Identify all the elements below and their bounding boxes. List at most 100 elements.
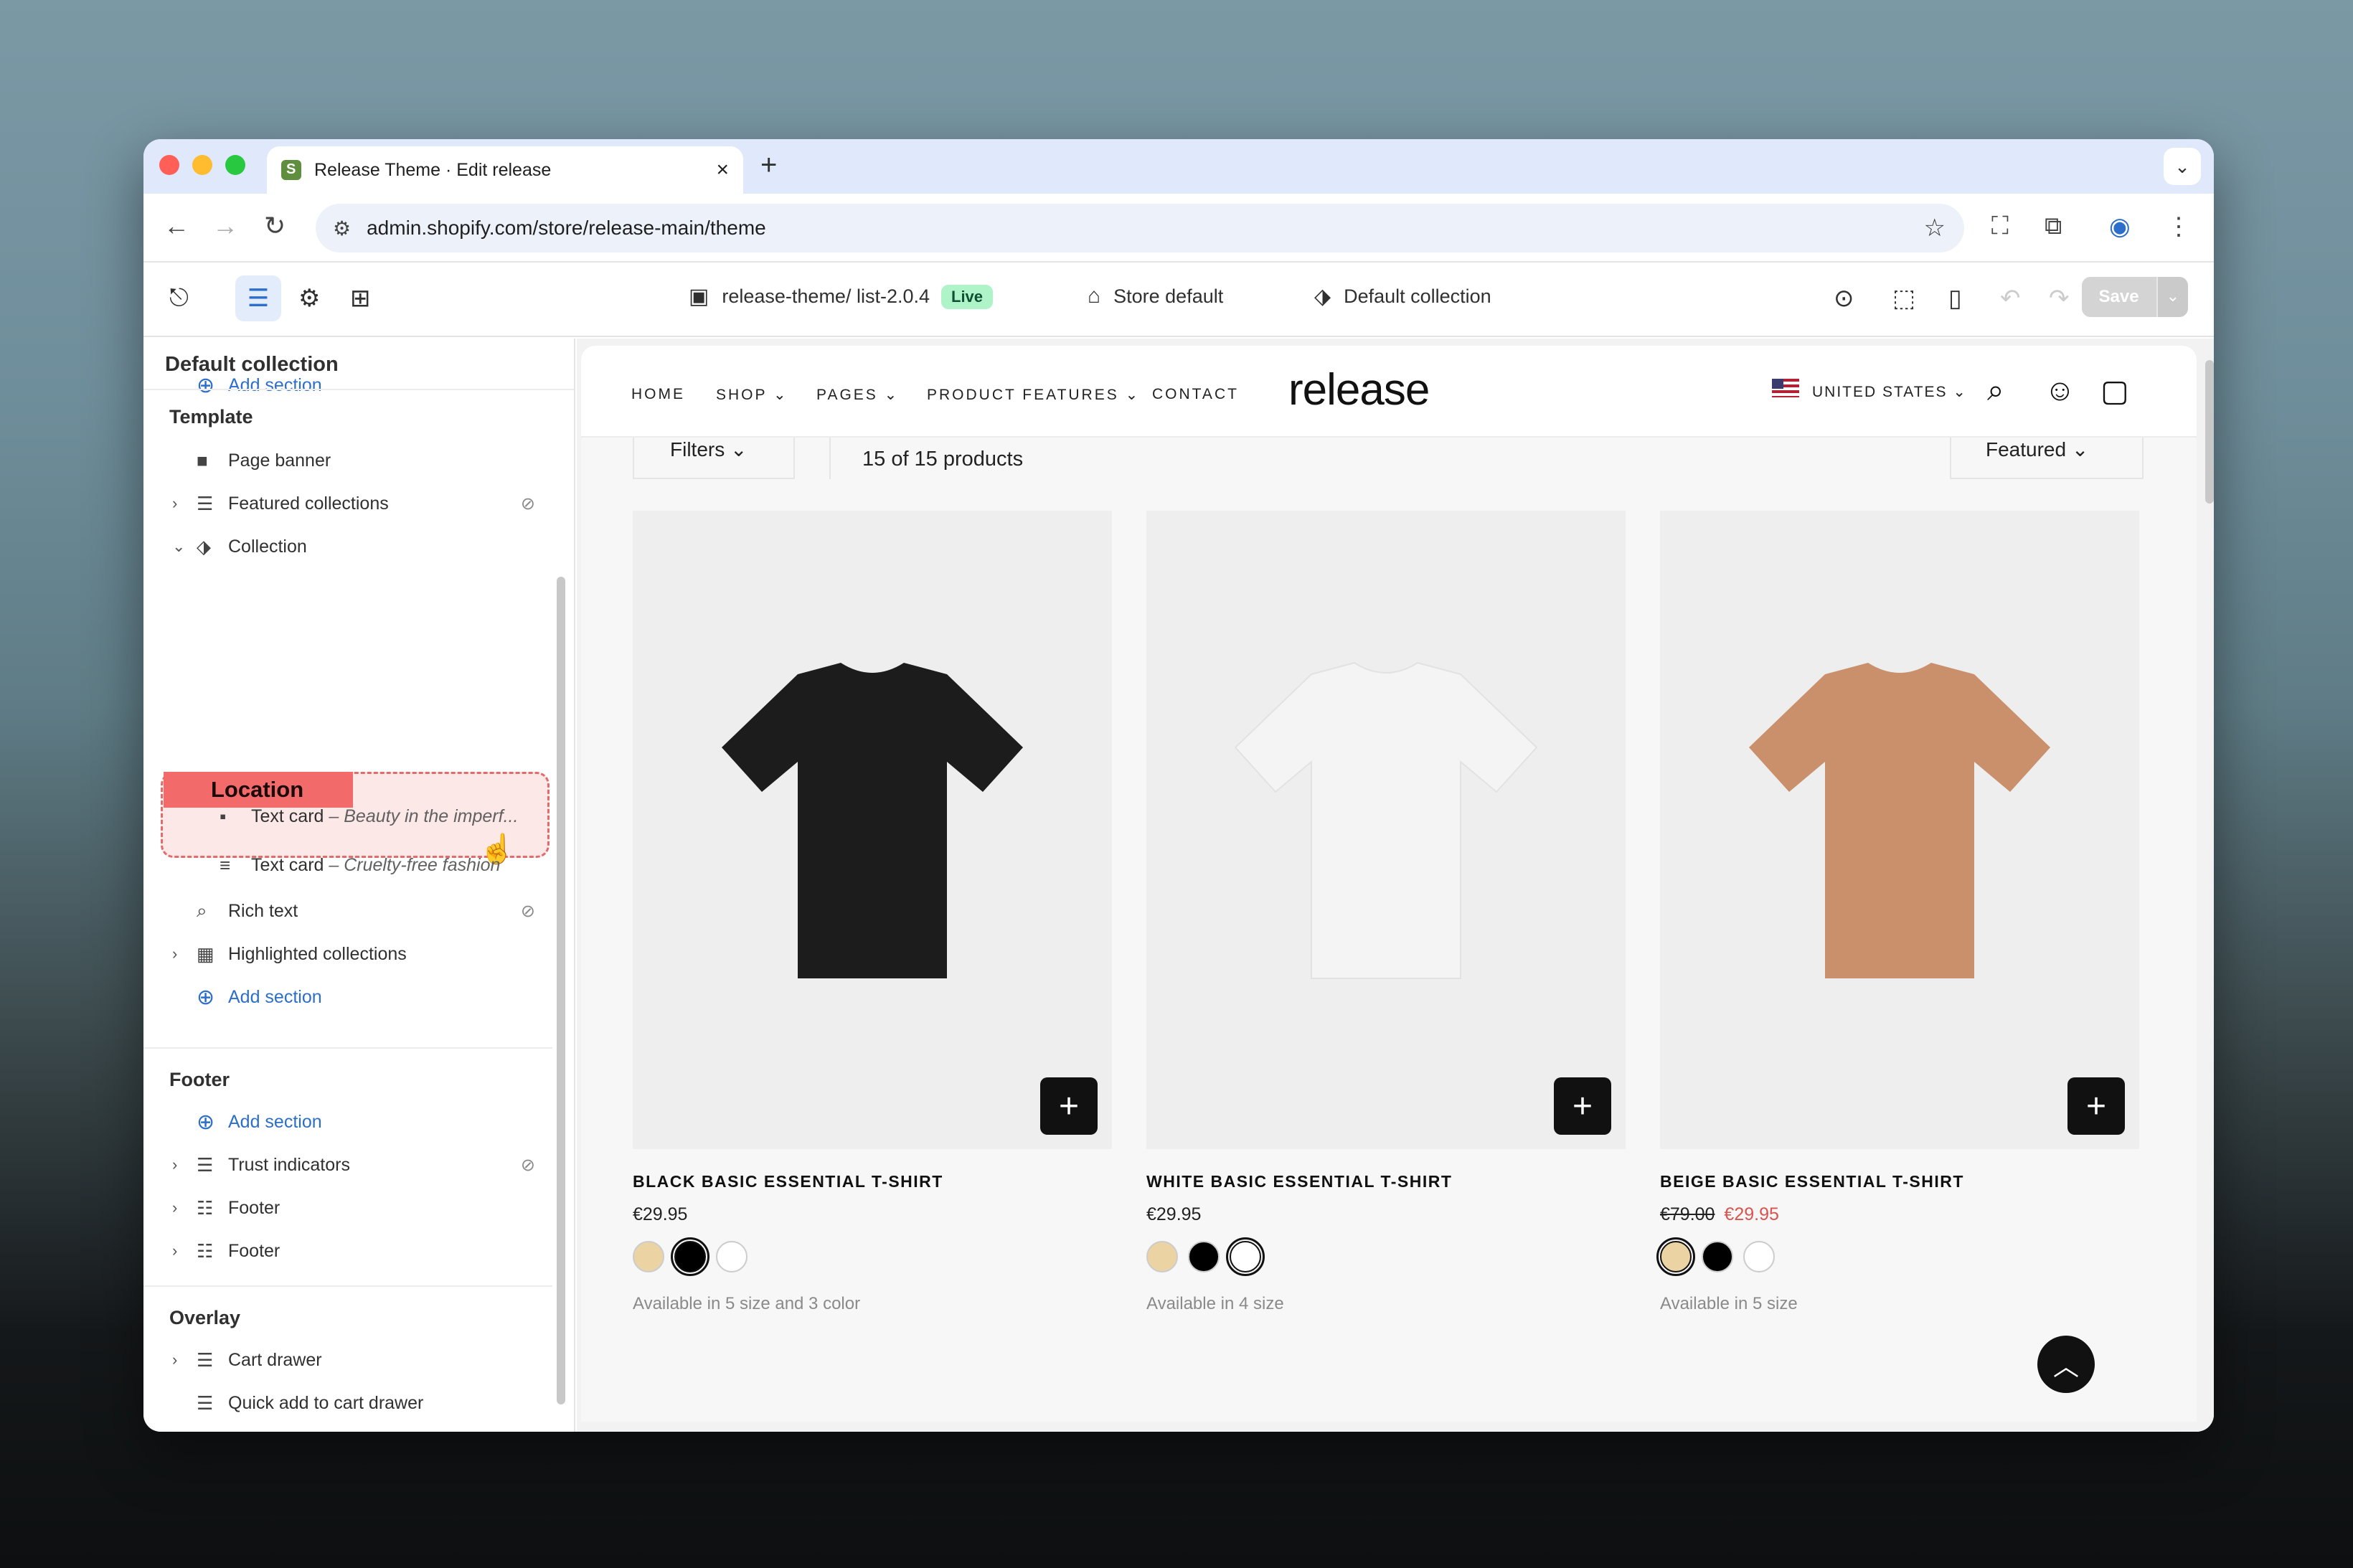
swatch-black[interactable] [1188,1241,1220,1272]
chevron-right-icon[interactable]: › [172,945,197,963]
swatch-white[interactable] [1743,1241,1775,1272]
sections-icon[interactable]: ☰ [235,275,281,321]
chevron-right-icon[interactable]: › [172,1351,197,1369]
section-rich-text[interactable]: ⌕ Rich text ⊘ [143,891,560,931]
save-button-group: Save ⌄ [2081,277,2188,317]
theme-selector[interactable]: ▣ release-theme/ list-2.0.4 Live [689,284,994,309]
swatch-beige[interactable] [633,1241,664,1272]
sort-select[interactable]: Featured ⌄ [1950,438,2144,479]
section-trust-indicators[interactable]: › ☰ Trust indicators ⊘ [143,1145,560,1185]
sidebar-scrollbar[interactable] [557,577,565,1404]
country-selector[interactable]: UNITED STATES ⌄ [1812,383,1967,401]
add-circle-icon: ⊕ [197,985,215,1009]
hidden-eye-icon[interactable]: ⊘ [521,1155,535,1176]
mobile-preview-icon[interactable]: ▯ [1948,284,1962,313]
swatch-beige[interactable] [1146,1241,1178,1272]
swatch-black[interactable] [671,1237,709,1276]
account-icon[interactable]: ☺ [2045,373,2075,407]
forward-arrow-icon[interactable]: → [212,211,238,241]
section-collection[interactable]: ⌄ ⬗ Collection [143,526,560,567]
add-section-footer[interactable]: ⊕ Add section [143,1102,560,1142]
shopify-icon [281,160,301,180]
close-tab-icon[interactable]: × [716,158,729,182]
reload-icon[interactable]: ↻ [264,211,286,241]
search-icon[interactable]: ⌕ [1987,373,2004,408]
browser-tab[interactable]: Release Theme · Edit release × [267,146,743,194]
store-header: HOME SHOP ⌄ PAGES ⌄ PRODUCT FEATURES ⌄ C… [581,346,2197,438]
scroll-to-top-button[interactable]: ︿ [2037,1336,2095,1393]
product-image[interactable]: + [1146,511,1626,1149]
tab-search-button[interactable]: ⌄ [2164,148,2201,185]
swatch-black[interactable] [1702,1241,1733,1272]
minimize-window-button[interactable] [192,155,212,175]
collection-selector[interactable]: ⬗ Default collection [1314,284,1491,309]
undo-icon[interactable]: ↶ [2000,284,2021,313]
filters-button[interactable]: Filters ⌄ [633,438,795,479]
address-bar[interactable]: ⚙ admin.shopify.com/store/release-main/t… [316,204,1964,252]
maximize-window-button[interactable] [225,155,245,175]
block-text-card-1[interactable]: ▪ Text card – Beauty in the imperf... [143,796,560,836]
product-name[interactable]: BEIGE BASIC ESSENTIAL T-SHIRT [1660,1172,2139,1191]
editor-header: ⎋ ☰ ⚙ ⊞ ▣ release-theme/ list-2.0.4 Live… [143,263,2214,337]
exit-icon[interactable]: ⎋ [169,284,189,312]
product-name[interactable]: WHITE BASIC ESSENTIAL T-SHIRT [1146,1172,1626,1191]
section-highlighted-collections[interactable]: › ▦ Highlighted collections [143,934,560,974]
quick-add-plus-button[interactable]: + [2067,1077,2125,1135]
quick-add-plus-button[interactable]: + [1554,1077,1611,1135]
section-page-banner[interactable]: ■ Page banner [143,440,560,481]
select-cursor-icon[interactable]: ⬚ [1892,284,1915,313]
store-selector[interactable]: ⌂ Store default [1088,284,1223,308]
nav-shop[interactable]: SHOP ⌄ [716,386,788,404]
bookmark-star-icon[interactable]: ☆ [1924,214,1946,242]
add-section-template[interactable]: ⊕ Add section [143,977,560,1017]
product-card[interactable]: + BLACK BASIC ESSENTIAL T-SHIRT €29.95 A… [633,511,1112,1314]
screen-cast-icon[interactable]: ⛶ [1991,212,2009,240]
preview-scrollbar[interactable] [2205,360,2214,504]
product-card[interactable]: + WHITE BASIC ESSENTIAL T-SHIRT €29.95 A… [1146,511,1626,1314]
section-footer-1[interactable]: › ☷ Footer [143,1188,560,1228]
close-window-button[interactable] [159,155,179,175]
chevron-right-icon[interactable]: › [172,1199,197,1217]
nav-home[interactable]: HOME [631,386,685,403]
url-text[interactable]: admin.shopify.com/store/release-main/the… [367,217,1923,240]
sale-price: €29.95 [1724,1204,1779,1224]
product-image[interactable]: + [1660,511,2139,1149]
back-arrow-icon[interactable]: ← [164,211,189,241]
collection-toolbar: Filters ⌄ 15 of 15 products Featured ⌄ [581,438,2197,481]
store-logo[interactable]: release [1288,364,1430,415]
nav-pages[interactable]: PAGES ⌄ [816,386,899,404]
nav-product-features[interactable]: PRODUCT FEATURES ⌄ [927,386,1140,404]
add-section-top[interactable]: ⊕ Add section [143,374,560,396]
hidden-eye-icon[interactable]: ⊘ [521,493,535,514]
section-footer-2[interactable]: › ☷ Footer [143,1231,560,1271]
swatch-white[interactable] [716,1241,748,1272]
site-settings-icon[interactable]: ⚙ [333,217,351,240]
chevron-down-icon[interactable]: ⌄ [172,537,197,556]
swatch-beige[interactable] [1656,1237,1695,1276]
inspector-icon[interactable]: ⊙ [1834,284,1854,313]
hidden-eye-icon[interactable]: ⊘ [521,901,535,922]
extensions-icon[interactable]: ⧉ [2045,212,2062,240]
product-name[interactable]: BLACK BASIC ESSENTIAL T-SHIRT [633,1172,1112,1191]
profile-icon[interactable]: ◉ [2109,212,2131,241]
save-button[interactable]: Save [2081,277,2156,317]
more-menu-icon[interactable]: ⋮ [2166,212,2191,241]
chevron-right-icon[interactable]: › [172,1156,197,1174]
theme-settings-gear-icon[interactable]: ⚙ [298,284,320,313]
new-tab-button[interactable]: + [760,149,777,181]
section-featured-collections[interactable]: › ☰ Featured collections ⊘ [143,483,560,524]
save-options-chevron-icon[interactable]: ⌄ [2156,277,2188,317]
redo-icon[interactable]: ↷ [2049,284,2070,313]
nav-contact[interactable]: CONTACT [1152,386,1239,403]
block-text-card-2[interactable]: ≡ Text card – Cruelty-free fashion [143,845,560,885]
product-card[interactable]: + BEIGE BASIC ESSENTIAL T-SHIRT €79.00 €… [1656,511,2139,1314]
section-cart-drawer[interactable]: › ☰ Cart drawer [143,1340,560,1380]
quick-add-plus-button[interactable]: + [1040,1077,1098,1135]
app-embeds-icon[interactable]: ⊞ [350,284,371,313]
section-quick-add[interactable]: ☰ Quick add to cart drawer [143,1383,560,1423]
swatch-white[interactable] [1226,1237,1265,1276]
chevron-right-icon[interactable]: › [172,494,197,513]
chevron-right-icon[interactable]: › [172,1242,197,1260]
cart-bag-icon[interactable]: ▢ [2100,373,2129,408]
product-image[interactable]: + [633,511,1112,1149]
